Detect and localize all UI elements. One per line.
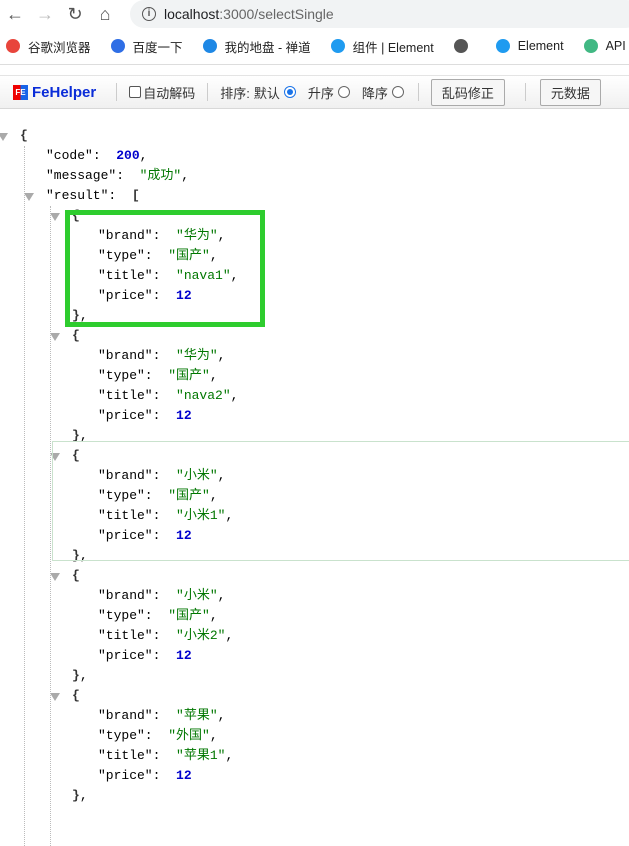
element-icon — [330, 39, 345, 53]
value-brand: 华为 — [183, 348, 210, 363]
collapse-triangle-icon[interactable] — [50, 213, 60, 221]
json-line: "brand": "华为", — [98, 348, 226, 363]
json-line: "title": "小米2", — [98, 628, 234, 643]
metadata-button[interactable]: 元数据 — [539, 78, 601, 106]
url-host: localhost — [164, 6, 220, 22]
sort-default-radio[interactable] — [283, 86, 296, 98]
sort-desc-label: 降序 — [361, 85, 388, 101]
address-bar[interactable]: i localhost:3000/selectSingle — [130, 0, 629, 28]
sort-default-label: 默认 — [253, 85, 280, 101]
value-title: 苹果1 — [183, 748, 218, 763]
collapse-triangle-icon[interactable] — [50, 333, 60, 341]
forward-icon[interactable]: → — [30, 4, 60, 25]
bookmark-label: API — V — [605, 39, 629, 53]
value-string: "成功" — [139, 168, 182, 183]
bookmark[interactable]: 谷歌浏览器 — [6, 37, 91, 56]
divider — [116, 83, 118, 101]
json-line: "message": "成功", — [46, 168, 190, 183]
value-type: 国产 — [176, 608, 203, 623]
globe-icon — [453, 39, 468, 53]
json-line: "brand": "苹果", — [98, 708, 226, 723]
bookmark[interactable]: 我的地盘 - 禅道 — [202, 37, 311, 56]
bookmark-label: 百度一下 — [132, 40, 183, 55]
baidu-paw-icon — [110, 39, 125, 53]
json-line: "type": "国产", — [98, 608, 218, 623]
info-icon[interactable]: i — [142, 7, 156, 21]
fehelper-logo: FE FeHelper — [13, 84, 96, 101]
value-title: 小米2 — [183, 628, 218, 643]
json-line: { — [0, 566, 238, 586]
collapse-triangle-icon[interactable] — [0, 133, 8, 141]
divider — [0, 64, 629, 65]
checkbox-icon[interactable] — [129, 85, 142, 98]
json-line: "code": 200, — [46, 148, 148, 163]
json-line: { — [0, 126, 238, 146]
key: "message" — [46, 168, 117, 183]
value-title: nava2 — [183, 388, 223, 403]
json-line: }, — [72, 668, 88, 683]
json-line: "price": 12 — [98, 648, 192, 663]
indent-guide — [24, 146, 25, 846]
json-line: "brand": "小米", — [98, 588, 226, 603]
divider — [207, 83, 209, 101]
bookmark[interactable]: 组件 | Element — [330, 37, 434, 56]
bookmark-label: 组件 | Element — [352, 40, 434, 55]
bookmark[interactable]: 百度一下 — [110, 37, 183, 56]
bookmark[interactable]: Element — [495, 39, 564, 53]
fehelper-toolbar: FE FeHelper 自动解码 排序: 默认 升序 降序 乱码修正 元数据 — [0, 75, 629, 109]
chrome-icon — [6, 39, 20, 53]
url-path: :3000/selectSingle — [219, 6, 334, 22]
fix-encoding-button[interactable]: 乱码修正 — [430, 78, 505, 106]
value-price: 12 — [176, 408, 192, 423]
key: "code" — [46, 148, 93, 163]
value-price: 12 — [176, 768, 192, 783]
collapse-triangle-icon[interactable] — [50, 573, 60, 581]
json-line: "title": "苹果1", — [98, 748, 234, 763]
bookmark-label: 谷歌浏览器 — [28, 40, 91, 55]
json-line: "result": [ — [0, 186, 238, 206]
logo-text: FeHelper — [32, 83, 97, 101]
value-number: 200 — [116, 148, 140, 163]
sort-asc-label: 升序 — [307, 85, 334, 101]
bookmarks-bar: 谷歌浏览器 百度一下 我的地盘 - 禅道 组件 | Element Element API… — [0, 34, 629, 58]
value-type: 国产 — [176, 368, 203, 383]
value-brand: 小米 — [183, 588, 210, 603]
value-type: 外国 — [176, 728, 203, 743]
element-icon — [495, 39, 510, 53]
key: "result" — [46, 188, 109, 203]
highlight-box — [65, 210, 265, 327]
bookmark-label: Element — [517, 39, 564, 53]
divider — [417, 83, 419, 101]
auto-decode-checkbox[interactable]: 自动解码 — [129, 83, 195, 102]
sort-label: 排序: — [220, 85, 250, 101]
divider — [524, 83, 526, 101]
collapse-triangle-icon[interactable] — [50, 693, 60, 701]
json-line: }, — [72, 788, 88, 803]
reload-icon[interactable]: ↻ — [60, 4, 90, 25]
json-line: "price": 12 — [98, 408, 192, 423]
sort-desc-radio[interactable] — [391, 86, 404, 98]
fehelper-logo-icon: FE — [13, 84, 28, 100]
back-icon[interactable]: ← — [0, 4, 30, 25]
bookmark[interactable] — [453, 39, 476, 53]
json-line: "price": 12 — [98, 768, 192, 783]
value-brand: 苹果 — [183, 708, 210, 723]
bookmark[interactable]: API — V — [583, 39, 629, 53]
json-line: "type": "国产", — [98, 368, 218, 383]
vue-icon — [583, 39, 598, 53]
json-line: "title": "nava2", — [98, 388, 239, 403]
json-line: { — [0, 686, 238, 706]
sort-asc-radio[interactable] — [337, 86, 350, 98]
json-line: "type": "外国", — [98, 728, 218, 743]
hovered-item-outline — [52, 441, 629, 561]
auto-decode-label: 自动解码 — [143, 85, 196, 101]
zentao-icon — [202, 39, 217, 53]
home-icon[interactable]: ⌂ — [90, 4, 120, 25]
collapse-triangle-icon[interactable] — [24, 193, 34, 201]
indent-guide — [50, 206, 51, 846]
json-line: { — [0, 326, 238, 346]
value-price: 12 — [176, 648, 192, 663]
bookmark-label: 我的地盘 - 禅道 — [224, 40, 311, 55]
